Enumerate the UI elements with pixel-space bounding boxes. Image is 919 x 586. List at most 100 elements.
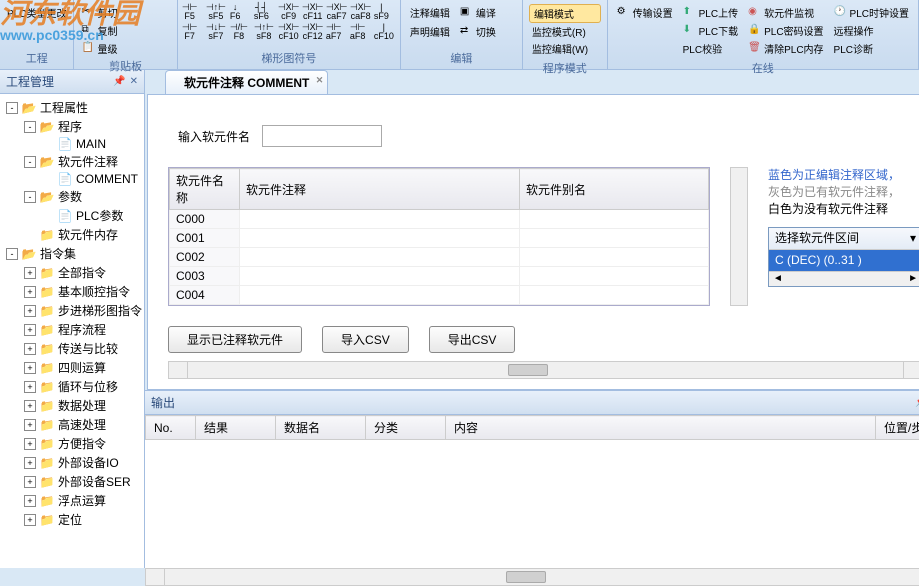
paste-button[interactable]: 📋量级 — [78, 40, 172, 57]
tree-toggle-icon[interactable]: - — [24, 121, 36, 133]
tree-node[interactable]: -📂工程属性 — [2, 98, 142, 117]
tree-toggle-icon[interactable]: + — [24, 286, 36, 298]
tree-toggle-icon[interactable]: + — [24, 400, 36, 412]
tree-toggle-icon[interactable]: - — [24, 156, 36, 168]
output-header[interactable]: 结果 — [196, 416, 276, 440]
ladder-symbol-button[interactable]: ⊣X⊢cF11 — [302, 2, 324, 22]
tree-node[interactable]: +📁定位 — [2, 510, 142, 529]
grid-header[interactable]: 软元件注释 — [240, 169, 520, 210]
ladder-symbol-button[interactable]: ⊣X⊢cF12 — [302, 22, 324, 42]
tree-node[interactable]: 📄MAIN — [2, 136, 142, 152]
remote-operation-button[interactable]: 远程操作 — [831, 22, 912, 39]
export-csv-button[interactable]: 导出CSV — [429, 326, 516, 353]
tree-node[interactable]: +📁数据处理 — [2, 396, 142, 415]
clear-plc-memory-button[interactable]: 🗑清除PLC内存 — [745, 40, 826, 57]
device-range-dropdown[interactable]: 选择软元件区间▾ C (DEC) (0..31 ) ◄► — [768, 227, 919, 287]
compile-button[interactable]: ▣编译 — [457, 4, 499, 21]
tree-node[interactable]: 📄COMMENT — [2, 171, 142, 187]
tree-node[interactable]: +📁高速处理 — [2, 415, 142, 434]
ladder-symbol-button[interactable]: ⊣X⊢cF9 — [278, 2, 300, 22]
output-grid[interactable]: No.结果数据名分类内容位置/步 — [145, 415, 919, 560]
tree-node[interactable]: -📂软元件注释 — [2, 152, 142, 171]
tree-toggle-icon[interactable]: + — [24, 267, 36, 279]
table-row[interactable]: C004 — [170, 286, 709, 305]
tree-node[interactable]: +📁全部指令 — [2, 263, 142, 282]
tree-node[interactable]: +📁浮点运算 — [2, 491, 142, 510]
pin-icon[interactable]: 📌 — [915, 397, 919, 408]
tree-toggle-icon[interactable]: + — [24, 362, 36, 374]
output-header[interactable]: 数据名 — [276, 416, 366, 440]
monitor-edit-button[interactable]: 监控编辑(W) — [529, 40, 601, 57]
show-commented-button[interactable]: 显示已注释软元件 — [168, 326, 302, 353]
close-panel-icon[interactable]: ✕ — [130, 76, 138, 87]
output-header[interactable]: 内容 — [446, 416, 876, 440]
tree-node[interactable]: +📁外部设备IO — [2, 453, 142, 472]
ladder-symbol-button[interactable]: |cF10 — [374, 22, 396, 42]
plc-diagnosis-button[interactable]: PLC诊断 — [831, 40, 912, 57]
plc-password-button[interactable]: 🔒PLC密码设置 — [745, 22, 826, 39]
tree-node[interactable]: -📂参数 — [2, 187, 142, 206]
device-comment-grid[interactable]: 软元件名称软元件注释软元件别名 C000C001C002C003C004 — [168, 167, 710, 306]
close-tab-icon[interactable]: ✕ — [316, 75, 324, 86]
tree-node[interactable]: +📁传送与比较 — [2, 339, 142, 358]
ladder-symbol-button[interactable]: ⊣X⊢cF10 — [278, 22, 300, 42]
ladder-symbol-button[interactable]: ⊣↓⊢sF7 — [206, 22, 228, 42]
ladder-symbol-button[interactable]: ⊣/⊢F8 — [230, 22, 252, 42]
tree-node[interactable]: +📁四则运算 — [2, 358, 142, 377]
ladder-symbol-button[interactable]: ⊣↑⊢sF5 — [206, 2, 228, 22]
tree-node[interactable]: +📁基本顺控指令 — [2, 282, 142, 301]
tree-toggle-icon[interactable]: + — [24, 476, 36, 488]
cut-button[interactable]: ✂剪切 — [78, 4, 172, 21]
import-csv-button[interactable]: 导入CSV — [322, 326, 409, 353]
tree-toggle-icon[interactable]: + — [24, 419, 36, 431]
tree-toggle-icon[interactable]: + — [24, 381, 36, 393]
transfer-settings-button[interactable]: ⚙传输设置 — [614, 4, 676, 21]
horizontal-scrollbar[interactable] — [168, 361, 919, 379]
ladder-symbol-button[interactable]: ┤┤sF6 — [254, 2, 276, 22]
tree-node[interactable]: -📂指令集 — [2, 244, 142, 263]
output-header[interactable]: 位置/步 — [876, 416, 919, 440]
plc-verify-button[interactable]: PLC校验 — [680, 40, 741, 57]
tree-toggle-icon[interactable]: - — [6, 248, 18, 260]
switch-button[interactable]: ⇄切换 — [457, 23, 499, 40]
tab-comment[interactable]: 软元件注释 COMMENT ✕ — [165, 70, 328, 94]
tree-toggle-icon[interactable]: + — [24, 514, 36, 526]
tree-node[interactable]: +📁步进梯形图指令 — [2, 301, 142, 320]
plc-download-button[interactable]: ⬇PLC下载 — [680, 22, 741, 39]
tree-node[interactable]: +📁循环与位移 — [2, 377, 142, 396]
ladder-symbol-button[interactable]: ⊣⊢aF7 — [326, 22, 348, 42]
ladder-symbol-button[interactable]: |sF9 — [374, 2, 396, 22]
project-tree[interactable]: -📂工程属性-📂程序📄MAIN-📂软元件注释📄COMMENT-📂参数📄PLC参数… — [0, 94, 144, 568]
statement-edit-button[interactable]: 声明编辑 — [407, 23, 453, 40]
tree-toggle-icon[interactable]: - — [24, 191, 36, 203]
tree-toggle-icon[interactable]: + — [24, 343, 36, 355]
table-row[interactable]: C000 — [170, 210, 709, 229]
table-row[interactable]: C001 — [170, 229, 709, 248]
tree-toggle-icon[interactable]: + — [24, 305, 36, 317]
ladder-symbol-button[interactable]: ⊣X⊢caF8 — [350, 2, 372, 22]
tree-node[interactable]: 📁软元件内存 — [2, 225, 142, 244]
grid-vscroll[interactable] — [730, 167, 748, 306]
device-name-input[interactable] — [262, 125, 382, 147]
tree-node[interactable]: 📄PLC参数 — [2, 206, 142, 225]
ladder-symbol-button[interactable]: ⊣⊢aF8 — [350, 22, 372, 42]
copy-button[interactable]: ⧉复制 — [78, 22, 172, 39]
ladder-symbol-button[interactable]: ⊣X⊢caF7 — [326, 2, 348, 22]
edit-mode-button[interactable]: 编辑模式 — [529, 4, 601, 23]
tree-toggle-icon[interactable]: + — [24, 438, 36, 450]
table-row[interactable]: C002 — [170, 248, 709, 267]
tree-toggle-icon[interactable]: + — [24, 324, 36, 336]
ladder-symbol-button[interactable]: ⊣⊢F7 — [182, 22, 204, 42]
pin-icon[interactable]: 📌 — [113, 76, 125, 87]
tree-node[interactable]: +📁方便指令 — [2, 434, 142, 453]
tree-node[interactable]: +📁程序流程 — [2, 320, 142, 339]
table-row[interactable]: C003 — [170, 267, 709, 286]
ladder-symbol-button[interactable]: ⊣⊢F5 — [182, 2, 204, 22]
comment-edit-button[interactable]: 注释编辑 — [407, 4, 453, 21]
output-hscroll[interactable] — [145, 568, 919, 586]
monitor-mode-button[interactable]: 监控模式(R) — [529, 23, 601, 40]
tree-node[interactable]: +📁外部设备SER — [2, 472, 142, 491]
tree-toggle-icon[interactable]: + — [24, 495, 36, 507]
output-header[interactable]: 分类 — [366, 416, 446, 440]
plc-upload-button[interactable]: ⬆PLC上传 — [680, 4, 741, 21]
